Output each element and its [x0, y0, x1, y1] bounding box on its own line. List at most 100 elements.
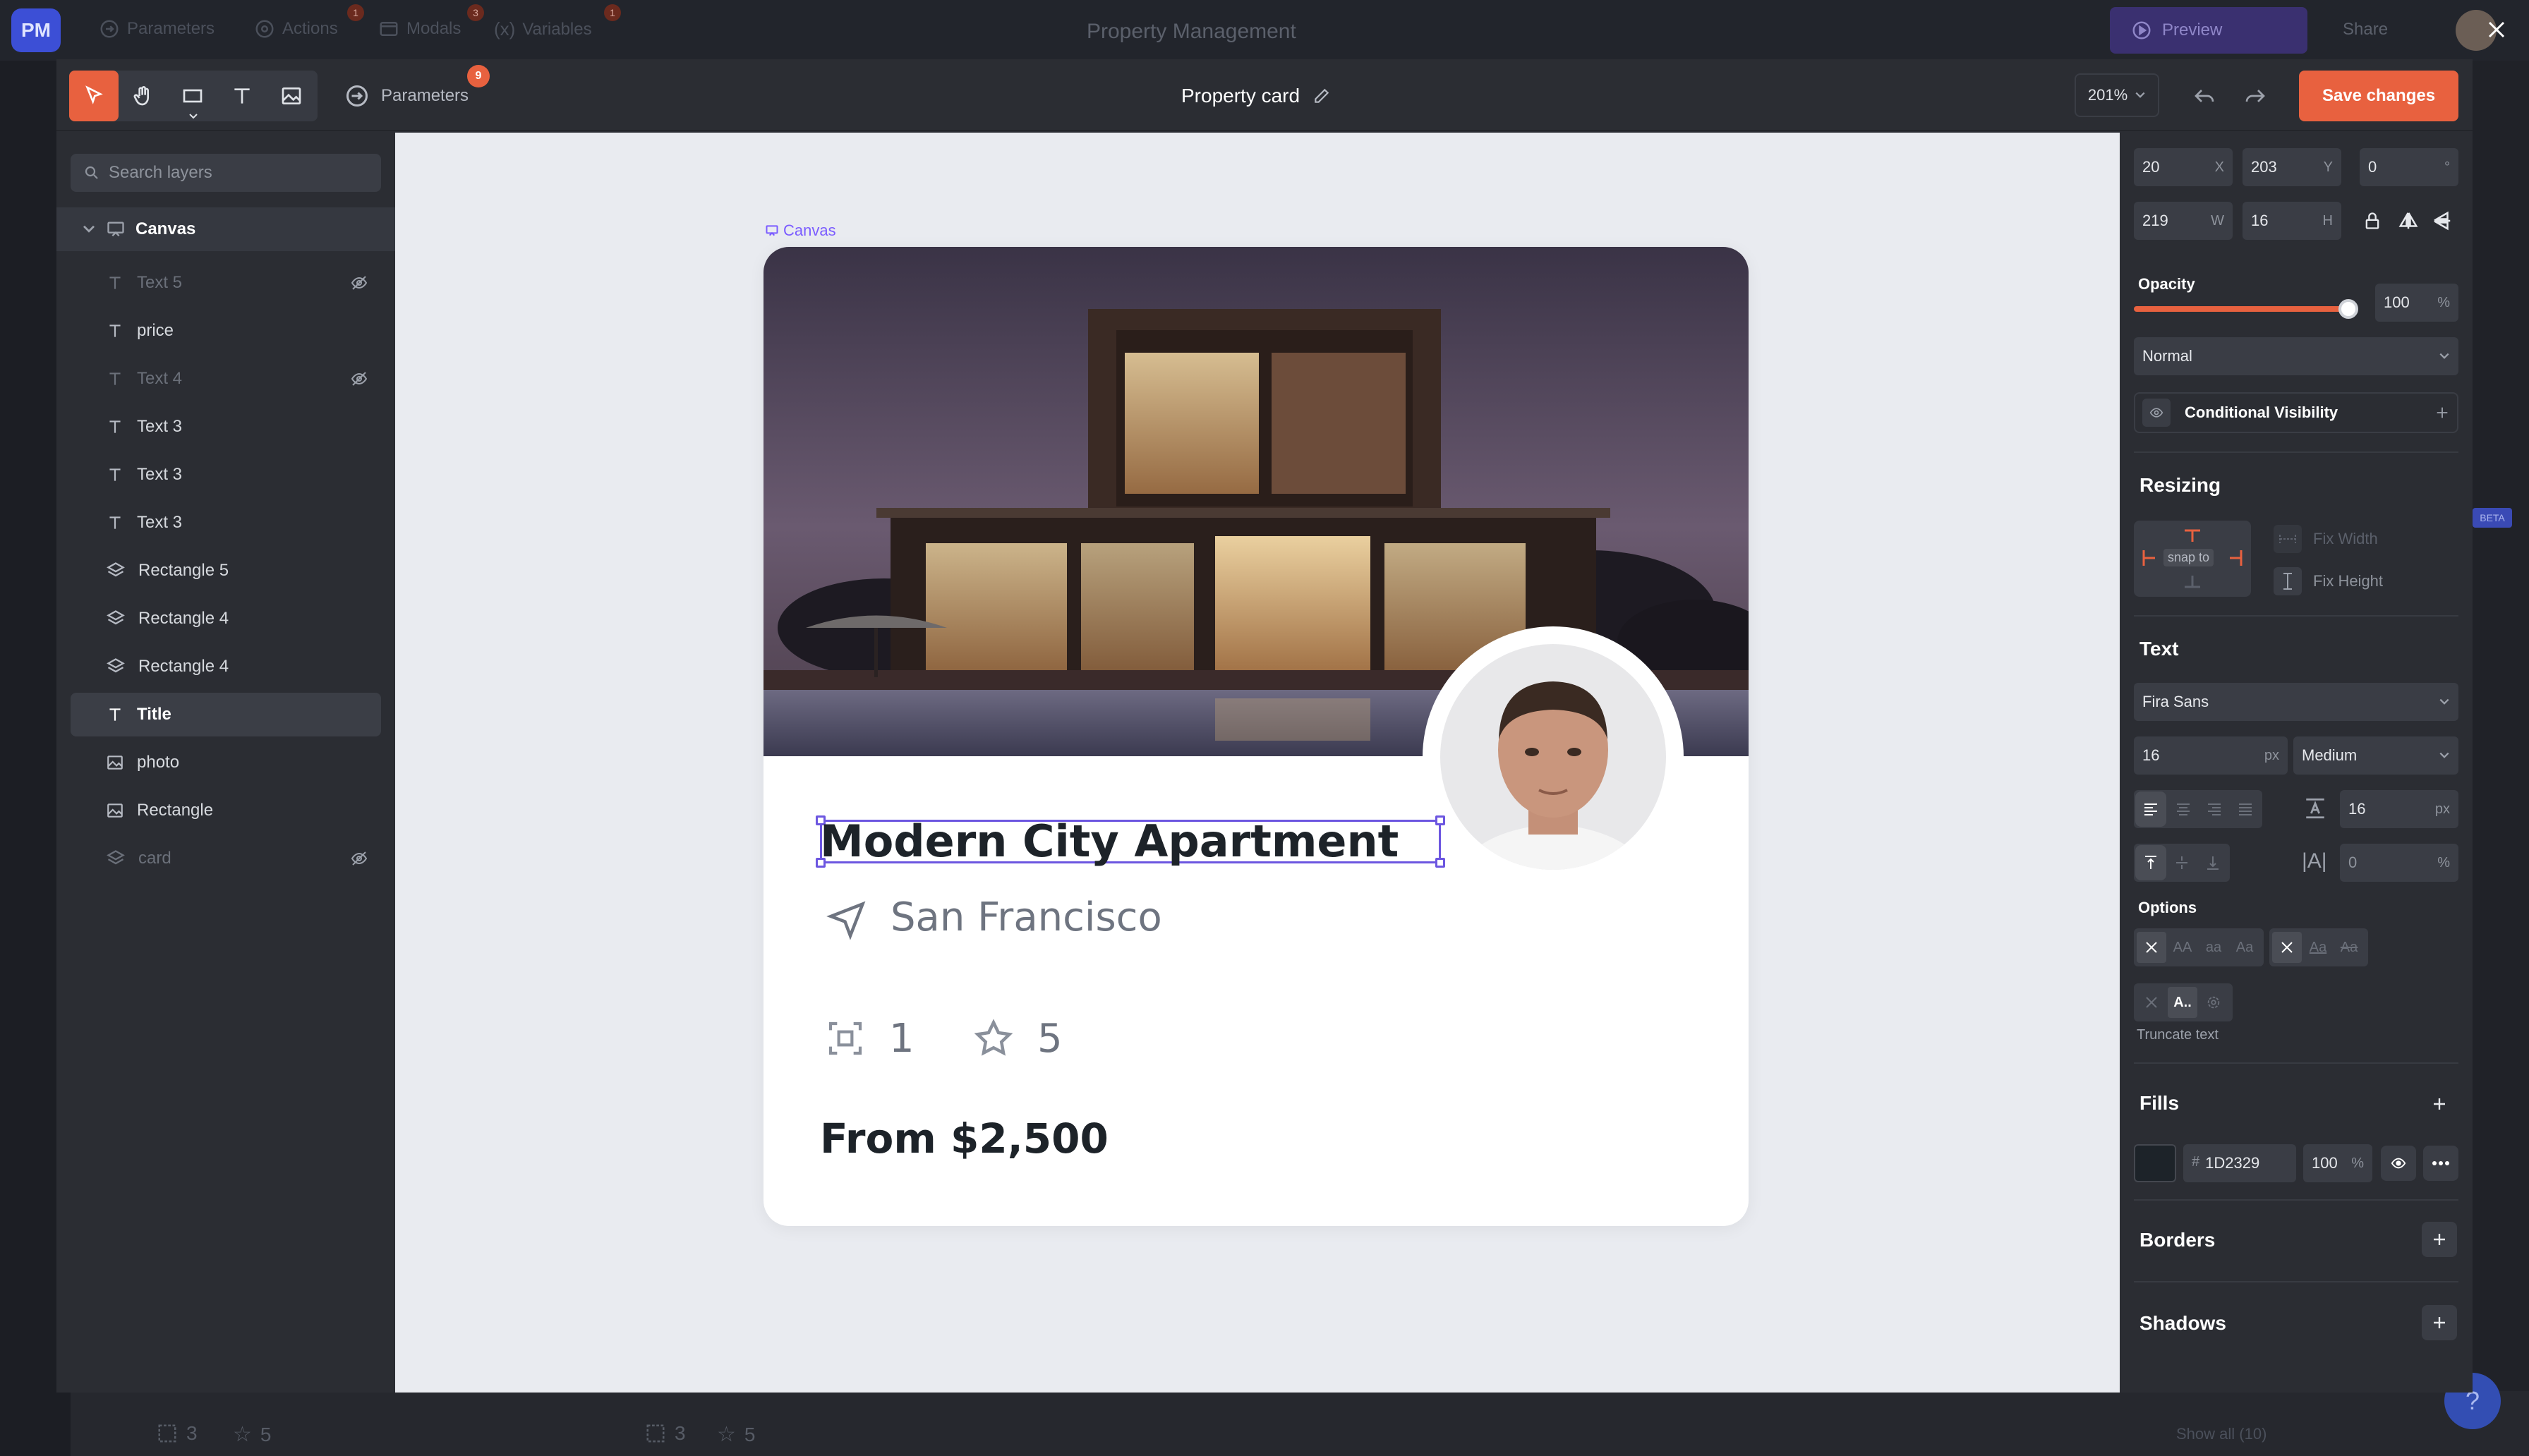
zoom-dropdown[interactable]: 201%	[2075, 73, 2159, 117]
card-rating-value[interactable]: 5	[1037, 1016, 1063, 1062]
fill-opacity-field[interactable]: 100%	[2303, 1144, 2372, 1182]
layer-label: Text 3	[137, 513, 183, 532]
resizing-constraints-widget[interactable]: snap to	[2134, 521, 2251, 597]
align-top-icon[interactable]	[2135, 845, 2166, 880]
edit-title-icon[interactable]	[1312, 87, 1331, 105]
search-layers-input[interactable]	[109, 163, 377, 183]
card-rooms-value[interactable]: 1	[889, 1016, 915, 1062]
uppercase-button[interactable]: AA	[2168, 932, 2197, 963]
lowercase-button[interactable]: aa	[2199, 932, 2228, 963]
layer-item[interactable]: Text 4	[71, 357, 381, 401]
line-height-field[interactable]: 16 px	[2340, 790, 2458, 828]
card-price[interactable]: From $2,500	[820, 1115, 1109, 1163]
image-tool[interactable]	[267, 71, 316, 121]
fill-visibility-eye-icon[interactable]	[2381, 1146, 2416, 1181]
letter-spacing-field[interactable]: 0%	[2340, 844, 2458, 882]
text-layer-icon	[106, 418, 124, 436]
case-none-button[interactable]	[2137, 932, 2166, 963]
conditional-visibility-row[interactable]: Conditional Visibility	[2134, 392, 2458, 433]
rotation-field[interactable]: 0 °	[2360, 148, 2458, 186]
chevron-down-icon[interactable]	[82, 224, 96, 234]
gear-icon[interactable]	[2199, 987, 2228, 1018]
select-tool[interactable]	[69, 71, 119, 121]
eye-icon	[2142, 399, 2171, 427]
property-card[interactable]: Modern City Apartment San Francisco 1 5 …	[763, 247, 1749, 1226]
add-shadow-button[interactable]	[2422, 1305, 2457, 1340]
layer-item-selected[interactable]: Title	[71, 693, 381, 736]
fix-height-option[interactable]: Fix Height	[2274, 567, 2383, 595]
opacity-slider-thumb[interactable]	[2338, 299, 2358, 319]
lock-icon[interactable]	[2362, 210, 2382, 231]
opacity-slider-track[interactable]	[2134, 306, 2350, 312]
agent-avatar[interactable]	[1423, 626, 1684, 887]
redo-button[interactable]	[2234, 75, 2276, 117]
blend-mode-value: Normal	[2142, 347, 2192, 365]
parameters-button[interactable]: Parameters	[344, 76, 469, 116]
strikethrough-button[interactable]: Aa	[2334, 932, 2364, 963]
hidden-eye-icon[interactable]	[350, 274, 368, 291]
hand-icon	[132, 85, 155, 107]
card-location[interactable]: San Francisco	[891, 894, 1162, 940]
add-fill-button[interactable]	[2422, 1086, 2457, 1122]
align-right-icon[interactable]	[2199, 791, 2230, 827]
fix-width-option[interactable]: Fix Width	[2274, 525, 2378, 553]
fill-hex-field[interactable]: #1D2329	[2183, 1144, 2296, 1182]
truncate-ellipsis-button[interactable]: A..	[2168, 987, 2197, 1018]
align-middle-icon[interactable]	[2166, 845, 2197, 880]
fill-color-swatch[interactable]	[2134, 1144, 2176, 1182]
underline-button[interactable]: Aa	[2303, 932, 2333, 963]
resize-handle[interactable]	[1435, 858, 1445, 868]
layer-item[interactable]: Rectangle	[71, 789, 381, 832]
rectangle-tool[interactable]	[168, 71, 217, 121]
text-tool[interactable]	[217, 71, 267, 121]
font-weight-select[interactable]: Medium	[2293, 736, 2458, 775]
layer-item[interactable]: Text 3	[71, 453, 381, 497]
layer-item[interactable]: Rectangle 4	[71, 645, 381, 688]
undo-button[interactable]	[2183, 75, 2226, 117]
font-size-field[interactable]: 16 px	[2134, 736, 2288, 775]
layer-item[interactable]: price	[71, 309, 381, 353]
x-field[interactable]: 20 X	[2134, 148, 2233, 186]
flip-horizontal-icon[interactable]	[2398, 210, 2419, 231]
layer-item[interactable]: photo	[71, 741, 381, 784]
align-bottom-icon[interactable]	[2197, 845, 2228, 880]
layer-search[interactable]	[71, 154, 381, 192]
align-left-icon[interactable]	[2135, 791, 2166, 827]
font-family-select[interactable]: Fira Sans	[2134, 683, 2458, 721]
hidden-eye-icon[interactable]	[350, 850, 368, 867]
align-center-icon[interactable]	[2168, 791, 2199, 827]
close-modal-button[interactable]	[2482, 16, 2511, 44]
layer-item[interactable]: Rectangle 4	[71, 597, 381, 641]
canvas-frame-label[interactable]: Canvas	[765, 222, 836, 240]
capitalize-button[interactable]: Aa	[2230, 932, 2259, 963]
add-border-button[interactable]	[2422, 1222, 2457, 1257]
truncate-none-button[interactable]	[2137, 987, 2166, 1018]
blend-mode-select[interactable]: Normal	[2134, 337, 2458, 375]
layer-item[interactable]: Text 3	[71, 501, 381, 545]
flip-vertical-icon[interactable]	[2432, 210, 2453, 231]
add-icon[interactable]	[2434, 405, 2450, 420]
y-field[interactable]: 203 Y	[2243, 148, 2341, 186]
bg-stat-value: 3	[675, 1422, 686, 1444]
save-changes-button[interactable]: Save changes	[2299, 71, 2458, 121]
layer-canvas-root[interactable]: Canvas	[56, 207, 395, 251]
resize-handle[interactable]	[1435, 815, 1445, 825]
width-field[interactable]: 219 W	[2134, 202, 2233, 240]
height-field[interactable]: 16 H	[2243, 202, 2341, 240]
hidden-eye-icon[interactable]	[350, 370, 368, 387]
layer-item[interactable]: Rectangle 5	[71, 549, 381, 593]
parameters-icon	[99, 18, 120, 40]
layer-item[interactable]: Text 5	[71, 261, 381, 305]
hand-tool[interactable]	[119, 71, 168, 121]
layers-icon	[106, 849, 126, 868]
decoration-none-button[interactable]	[2272, 932, 2302, 963]
fill-more-options-icon[interactable]	[2423, 1146, 2458, 1181]
opacity-field[interactable]: 100%	[2375, 284, 2458, 322]
align-justify-icon[interactable]	[2230, 791, 2261, 827]
layer-item[interactable]: Text 3	[71, 405, 381, 449]
redo-icon	[2244, 85, 2267, 107]
fills-heading: Fills	[2139, 1092, 2180, 1114]
card-title[interactable]: Modern City Apartment	[820, 815, 1399, 867]
layer-item[interactable]: card	[71, 837, 381, 880]
parameters-icon	[344, 83, 370, 109]
